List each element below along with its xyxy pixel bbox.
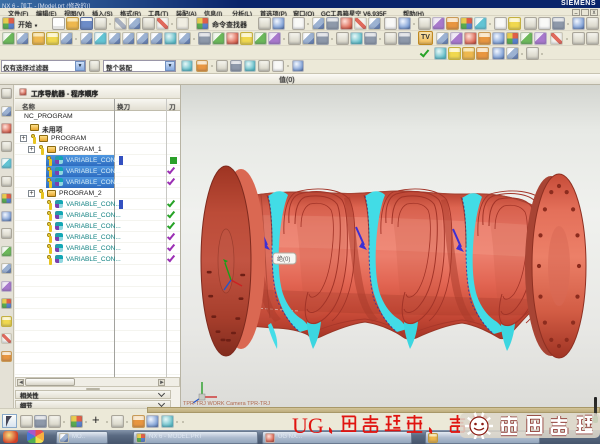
svg-text:绝(0): 绝(0) xyxy=(277,255,290,263)
svg-text:UG: UG xyxy=(292,413,324,438)
